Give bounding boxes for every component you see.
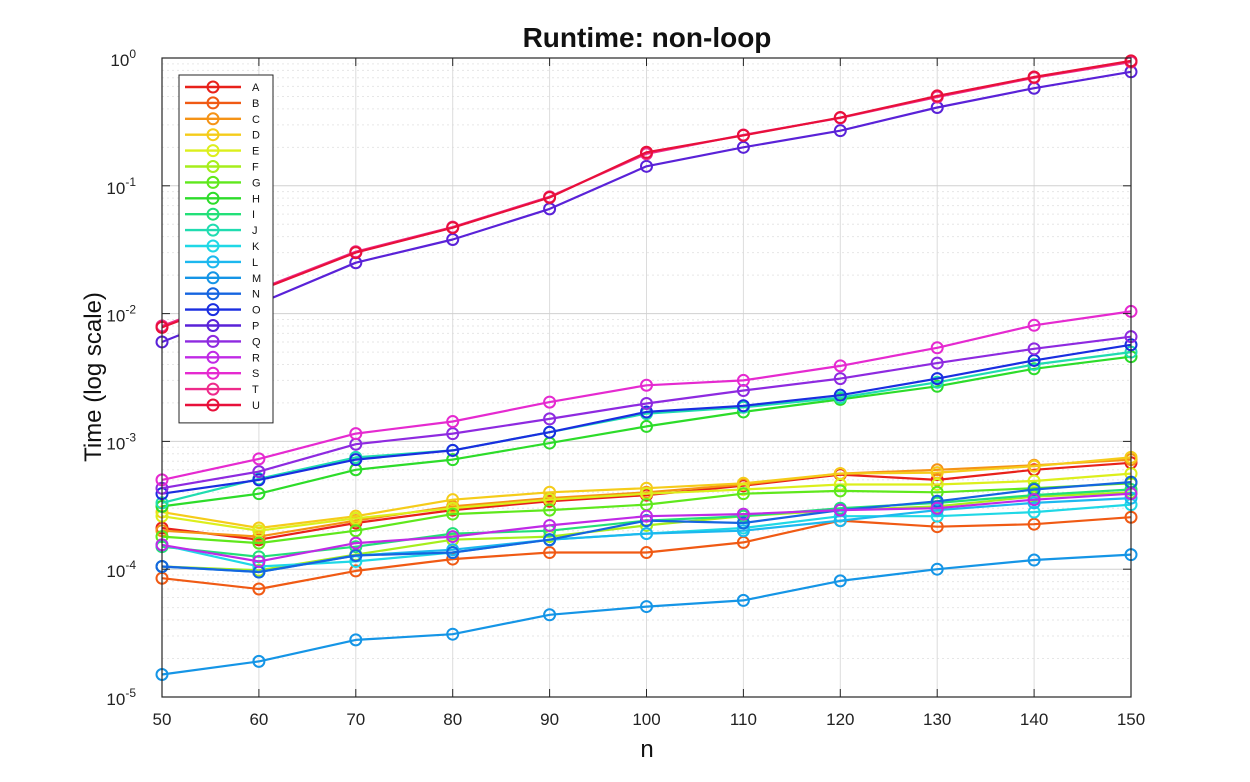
legend-label-P: P xyxy=(252,321,259,333)
legend-label-C: C xyxy=(252,114,260,126)
legend-label-B: B xyxy=(252,98,259,110)
legend-label-L: L xyxy=(252,257,258,269)
x-tick-label: 140 xyxy=(1020,710,1048,729)
runtime-chart: 50 60 70 80 90 100 110 120 130 140 15010-510-410-3… xyxy=(0,0,1250,782)
legend-label-H: H xyxy=(252,193,260,205)
chart-title: Runtime: non-loop xyxy=(523,22,772,53)
x-tick-label: 70 xyxy=(346,710,365,729)
x-tick-label: 60 xyxy=(249,710,268,729)
x-axis-title: n xyxy=(640,736,653,763)
legend-label-J: J xyxy=(252,225,258,237)
legend-label-Q: Q xyxy=(252,336,261,348)
legend-label-G: G xyxy=(252,177,261,189)
legend-label-N: N xyxy=(252,289,260,301)
legend-label-F: F xyxy=(252,162,259,174)
legend-label-R: R xyxy=(252,352,260,364)
legend-label-T: T xyxy=(252,384,259,396)
legend: ABCDEFGHIJKLMNOPQRSTU xyxy=(178,74,274,424)
legend-label-S: S xyxy=(252,368,259,380)
y-axis-title: Time (log scale) xyxy=(80,292,107,462)
x-tick-label: 50 xyxy=(153,710,172,729)
legend-label-I: I xyxy=(252,209,255,221)
legend-label-D: D xyxy=(252,130,260,142)
x-tick-label: 80 xyxy=(443,710,462,729)
legend-label-E: E xyxy=(252,146,259,158)
legend-label-O: O xyxy=(252,305,261,317)
x-tick-label: 150 xyxy=(1117,710,1145,729)
legend-label-M: M xyxy=(252,273,261,285)
legend-label-K: K xyxy=(252,241,260,253)
legend-label-A: A xyxy=(252,82,260,94)
chart-container: 50 60 70 80 90 100 110 120 130 140 150 10-5 10-4 10-3… xyxy=(0,0,1250,782)
x-tick-label: 130 xyxy=(923,710,951,729)
x-tick-label: 100 xyxy=(632,710,660,729)
legend-label-U: U xyxy=(252,400,260,412)
x-tick-label: 110 xyxy=(730,710,757,729)
x-tick-label: 120 xyxy=(826,710,854,729)
x-tick-label: 90 xyxy=(540,710,559,729)
